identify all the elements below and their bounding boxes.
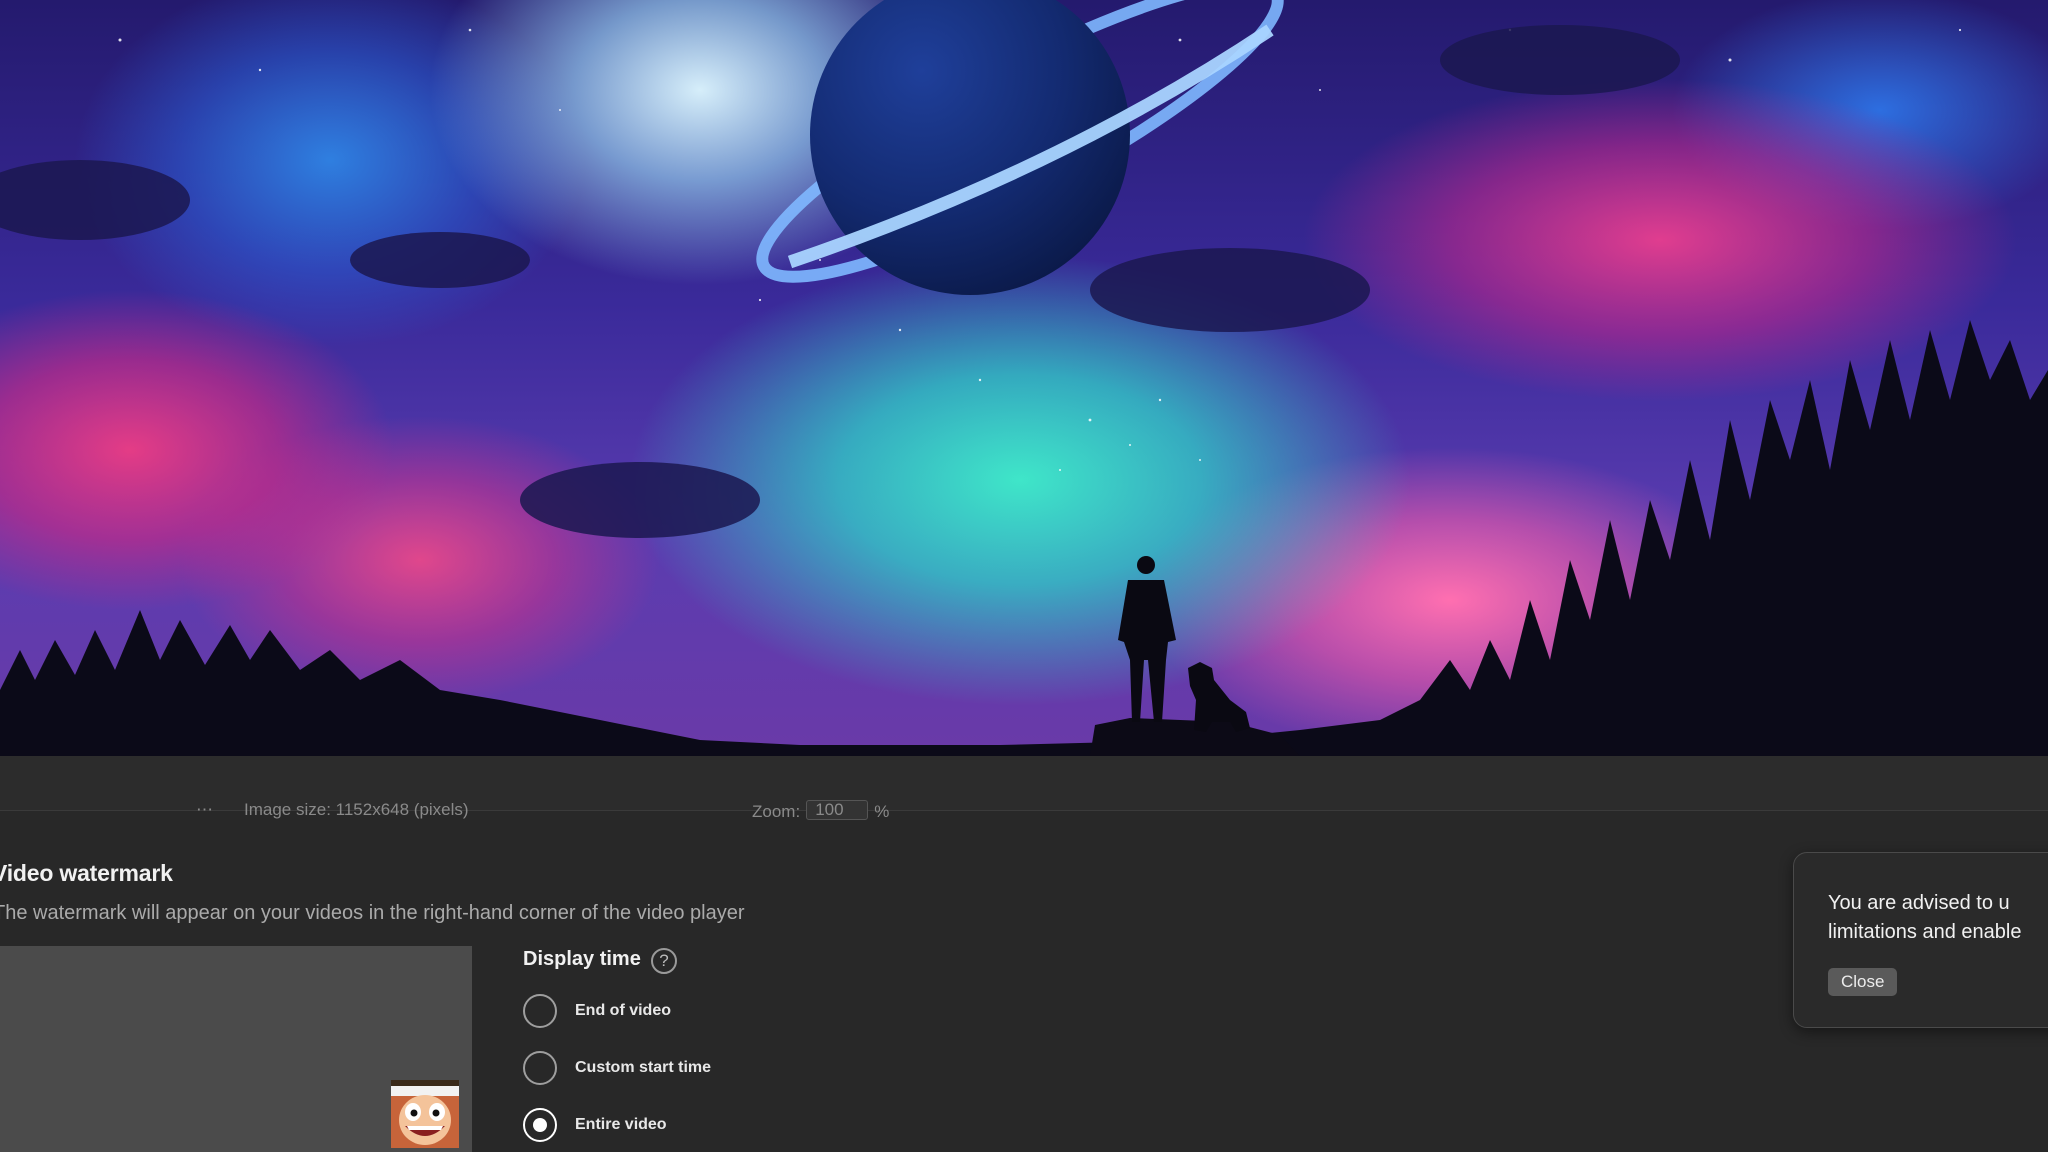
close-button[interactable]: Close [1828, 968, 1898, 996]
zoom-input[interactable]: 100 [806, 800, 869, 820]
option-label: End of video [575, 1002, 671, 1019]
dog-silhouette [1188, 662, 1250, 732]
zoom-label: Zoom: [752, 802, 801, 821]
option-end-of-video[interactable]: End of video [523, 994, 671, 1028]
image-size-text: Image size: 1152x648 (pixels) [244, 800, 469, 819]
toast-message-line-2: limitations and enable [1828, 921, 2022, 943]
notification-toast: You are advised to u limitations and ena… [1793, 852, 2048, 1028]
planet [810, 0, 1130, 295]
radio-button-selected[interactable] [523, 1108, 557, 1142]
section-description: The watermark will appear on your videos… [0, 902, 745, 924]
radio-button[interactable] [523, 1051, 557, 1085]
toast-message: You are advised to u limitations and ena… [1828, 889, 2048, 947]
help-icon[interactable]: ? [651, 948, 677, 974]
option-label: Custom start time [575, 1059, 712, 1076]
person-silhouette [1118, 556, 1176, 722]
watermark-image [391, 1080, 459, 1148]
banner-image [0, 0, 2048, 756]
radio-button[interactable] [523, 994, 557, 1028]
dots-icon: ⋯ [196, 800, 213, 819]
zoom-control: Zoom: 100% [752, 800, 889, 822]
zoom-unit: % [874, 802, 890, 821]
option-custom-start-time[interactable]: Custom start time [523, 1051, 711, 1085]
option-label: Entire video [575, 1116, 667, 1133]
treeline [0, 320, 2048, 756]
display-time-label: Display time [523, 948, 641, 970]
cartoon-face-icon [391, 1080, 459, 1148]
image-info-bar: ⋯ Image size: 1152x648 (pixels) Zoom: 100… [0, 800, 2048, 828]
section-title: Video watermark [0, 860, 173, 886]
banner-artwork [0, 0, 2048, 756]
option-entire-video[interactable]: Entire video [523, 1108, 667, 1142]
toast-message-line-1: You are advised to u [1828, 892, 2010, 914]
